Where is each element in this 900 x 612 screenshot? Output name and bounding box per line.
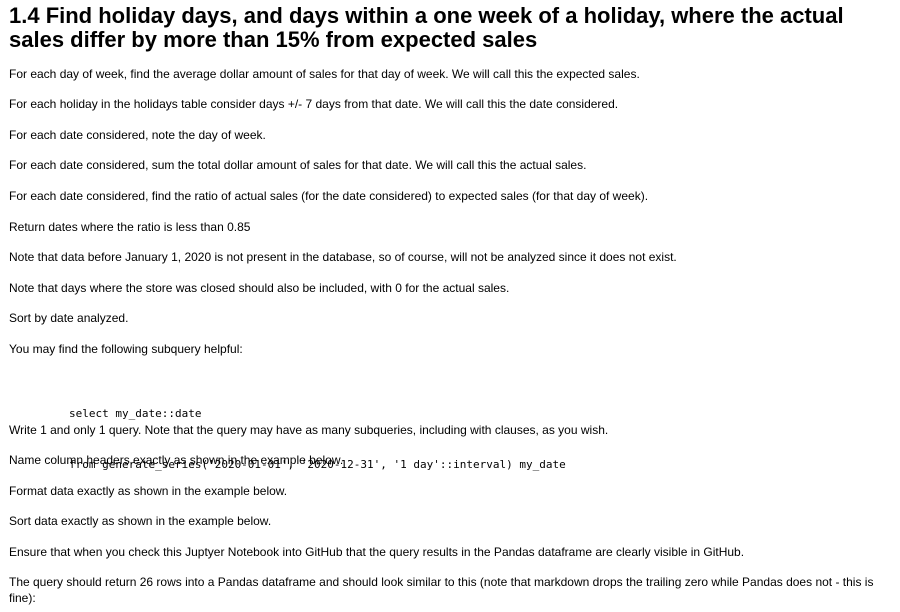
paragraph-column-headers: Name column headers exactly as shown in … [9, 453, 344, 467]
paragraph-format-data: Format data exactly as shown in the exam… [9, 484, 288, 498]
paragraph-expected-sales: For each day of week, find the average d… [9, 67, 640, 81]
section-heading: 1.4 Find holiday days, and days within a… [9, 3, 844, 52]
paragraph-sort-data: Sort data exactly as shown in the exampl… [9, 514, 272, 528]
paragraph-day-of-week: For each date considered, note the day o… [9, 128, 266, 142]
paragraph-subquery-helpful: You may find the following subquery help… [9, 342, 243, 356]
paragraph-date-considered: For each holiday in the holidays table c… [9, 97, 619, 111]
paragraph-query-return: The query should return 26 rows into a P… [9, 575, 874, 605]
markdown-cell: 1.4 Find holiday days, and days within a… [9, 3, 889, 606]
paragraph-actual-sales: For each date considered, sum the total … [9, 158, 587, 172]
paragraph-ratio: For each date considered, find the ratio… [9, 189, 649, 203]
paragraph-data-before-2020: Note that data before January 1, 2020 is… [9, 250, 677, 264]
paragraph-sort-by-date: Sort by date analyzed. [9, 311, 129, 325]
paragraph-return-dates: Return dates where the ratio is less tha… [9, 220, 251, 234]
paragraph-github: Ensure that when you check this Juptyer … [9, 545, 745, 559]
code-line: select my_date::date [69, 407, 202, 420]
paragraph-store-closed: Note that days where the store was close… [9, 281, 510, 295]
paragraph-one-query: Write 1 and only 1 query. Note that the … [9, 423, 609, 437]
